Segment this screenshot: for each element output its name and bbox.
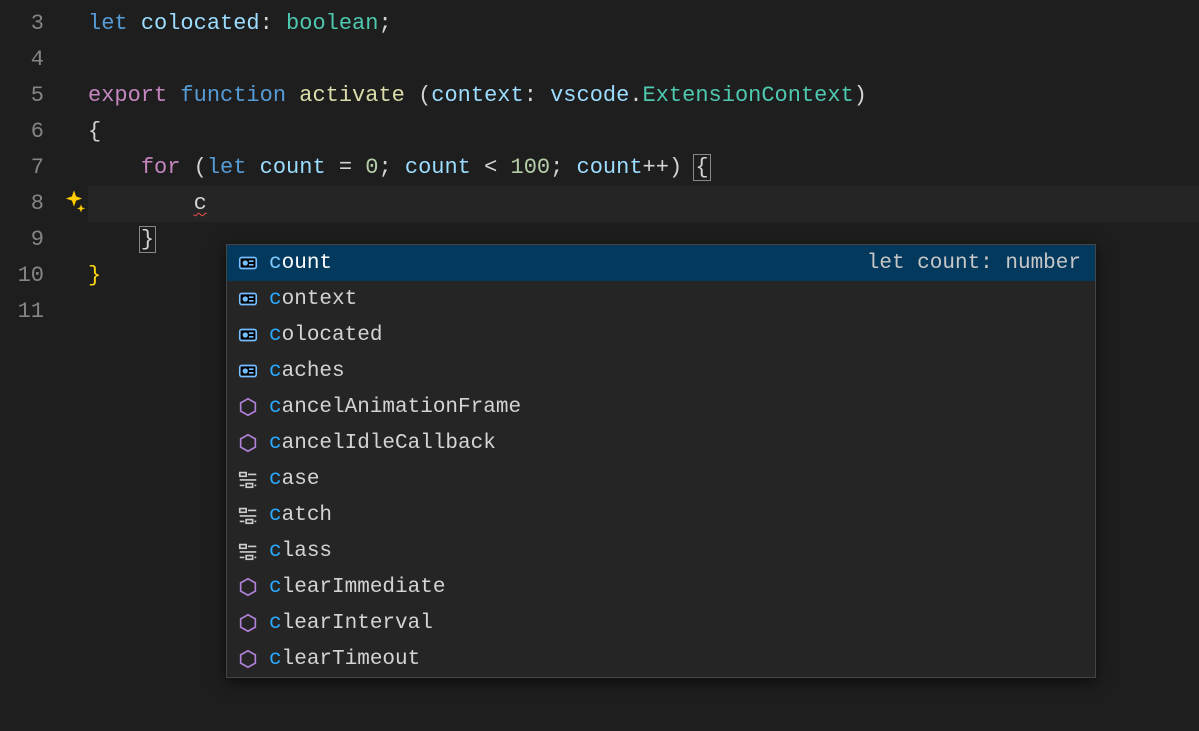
method-icon bbox=[237, 612, 259, 634]
parameter: context bbox=[431, 83, 523, 108]
suggest-label: case bbox=[269, 468, 319, 491]
line-number: 7 bbox=[0, 150, 62, 186]
method-icon bbox=[237, 576, 259, 598]
identifier: count bbox=[260, 155, 326, 180]
suggest-label: caches bbox=[269, 360, 345, 383]
method-icon bbox=[237, 648, 259, 670]
keyword-let: let bbox=[88, 11, 128, 36]
typed-char: c bbox=[194, 191, 207, 216]
suggest-label: count bbox=[269, 252, 332, 275]
line-number-gutter: 3 4 5 6 7 8 9 10 11 bbox=[0, 6, 62, 330]
type-name: ExtensionContext bbox=[643, 83, 854, 108]
variable-icon bbox=[237, 288, 259, 310]
line-number: 9 bbox=[0, 222, 62, 258]
brace-open: { bbox=[88, 119, 101, 144]
line-number: 10 bbox=[0, 258, 62, 294]
code-line[interactable]: { bbox=[88, 114, 1199, 150]
suggest-label: class bbox=[269, 540, 332, 563]
suggest-item[interactable]: class bbox=[227, 533, 1095, 569]
identifier: colocated bbox=[141, 11, 260, 36]
line-number: 3 bbox=[0, 6, 62, 42]
line-number: 6 bbox=[0, 114, 62, 150]
suggest-detail: let count: number bbox=[867, 252, 1081, 275]
keyword-export: export bbox=[88, 83, 167, 108]
suggest-item[interactable]: clearImmediate bbox=[227, 569, 1095, 605]
suggest-item[interactable]: catch bbox=[227, 497, 1095, 533]
identifier: count bbox=[405, 155, 471, 180]
keyword-for: for bbox=[141, 155, 181, 180]
method-icon bbox=[237, 432, 259, 454]
brace-open-matched: { bbox=[693, 154, 710, 181]
suggest-label: catch bbox=[269, 504, 332, 527]
identifier: count bbox=[577, 155, 643, 180]
variable-icon bbox=[237, 252, 259, 274]
number-literal: 100 bbox=[511, 155, 551, 180]
keyword-icon bbox=[237, 468, 259, 490]
suggest-item[interactable]: context bbox=[227, 281, 1095, 317]
variable-icon bbox=[237, 324, 259, 346]
suggest-item[interactable]: count let count: number bbox=[227, 245, 1095, 281]
suggest-label: clearInterval bbox=[269, 612, 433, 635]
keyword-icon bbox=[237, 504, 259, 526]
suggest-item[interactable]: caches bbox=[227, 353, 1095, 389]
suggest-label: context bbox=[269, 288, 357, 311]
keyword-let: let bbox=[207, 155, 247, 180]
code-line[interactable] bbox=[88, 42, 1199, 78]
suggest-item[interactable]: case bbox=[227, 461, 1095, 497]
keyword-icon bbox=[237, 540, 259, 562]
suggest-label: colocated bbox=[269, 324, 382, 347]
number-literal: 0 bbox=[365, 155, 378, 180]
keyword-function: function bbox=[180, 83, 286, 108]
function-name: activate bbox=[299, 83, 405, 108]
code-line-current[interactable]: c bbox=[88, 186, 1199, 222]
brace-close-matched: } bbox=[139, 226, 156, 253]
namespace: vscode bbox=[550, 83, 629, 108]
code-line[interactable]: for (let count = 0; count < 100; count++… bbox=[88, 150, 1199, 186]
sparkle-icon[interactable] bbox=[60, 188, 88, 216]
line-number: 5 bbox=[0, 78, 62, 114]
suggest-label: clearTimeout bbox=[269, 648, 420, 671]
suggest-label: cancelIdleCallback bbox=[269, 432, 496, 455]
line-number: 11 bbox=[0, 294, 62, 330]
brace-close: } bbox=[88, 263, 101, 288]
suggest-item[interactable]: cancelIdleCallback bbox=[227, 425, 1095, 461]
variable-icon bbox=[237, 360, 259, 382]
line-number: 4 bbox=[0, 42, 62, 78]
suggest-label: clearImmediate bbox=[269, 576, 445, 599]
suggest-item[interactable]: clearTimeout bbox=[227, 641, 1095, 677]
suggest-item[interactable]: cancelAnimationFrame bbox=[227, 389, 1095, 425]
suggest-label: cancelAnimationFrame bbox=[269, 396, 521, 419]
code-line[interactable]: export function activate (context: vscod… bbox=[88, 78, 1199, 114]
suggest-item[interactable]: colocated bbox=[227, 317, 1095, 353]
suggest-item[interactable]: clearInterval bbox=[227, 605, 1095, 641]
line-number: 8 bbox=[0, 186, 62, 222]
method-icon bbox=[237, 396, 259, 418]
code-line[interactable]: let colocated: boolean; bbox=[88, 6, 1199, 42]
type-name: boolean bbox=[286, 11, 378, 36]
suggest-widget[interactable]: count let count: number context colocated ca… bbox=[226, 244, 1096, 678]
